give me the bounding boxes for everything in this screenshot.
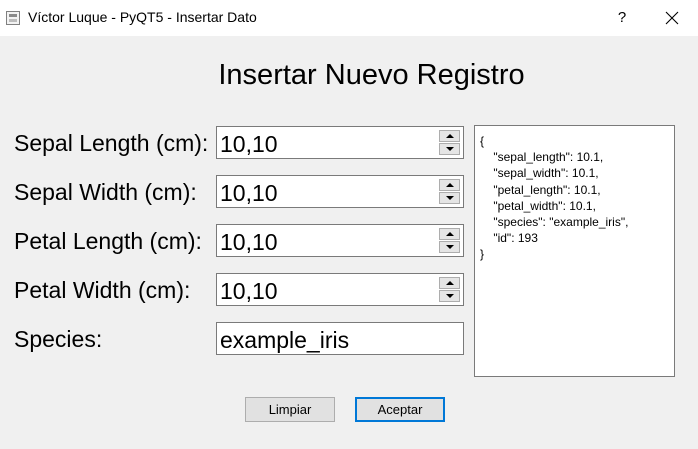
petal-width-decrement-button[interactable] (439, 290, 460, 302)
window-title: Víctor Luque - PyQT5 - Insertar Dato (28, 9, 257, 25)
sepal-length-decrement-button[interactable] (439, 143, 460, 155)
petal-length-increment-button[interactable] (439, 228, 460, 240)
sepal-width-value[interactable]: 10,10 (220, 180, 278, 207)
sepal-width-label: Sepal Width (cm): (14, 179, 197, 205)
help-button[interactable]: ? (602, 0, 642, 36)
sepal-length-spinbox[interactable]: 10,10 (216, 126, 464, 159)
chevron-down-icon (446, 196, 454, 200)
sepal-width-decrement-button[interactable] (439, 192, 460, 204)
chevron-up-icon (446, 281, 454, 285)
petal-width-value[interactable]: 10,10 (220, 278, 278, 305)
petal-length-spinbox[interactable]: 10,10 (216, 224, 464, 257)
json-preview[interactable]: { "sepal_length": 10.1, "sepal_width": 1… (474, 125, 675, 377)
title-bar: Víctor Luque - PyQT5 - Insertar Dato ? (0, 0, 698, 36)
petal-width-spinbox[interactable]: 10,10 (216, 273, 464, 306)
close-button[interactable] (646, 0, 698, 36)
chevron-down-icon (446, 245, 454, 249)
close-icon (665, 11, 679, 25)
json-preview-text: { "sepal_length": 10.1, "sepal_width": 1… (480, 134, 629, 262)
petal-length-decrement-button[interactable] (439, 241, 460, 253)
chevron-down-icon (446, 294, 454, 298)
chevron-down-icon (446, 147, 454, 151)
species-value[interactable]: example_iris (220, 327, 349, 354)
petal-width-label: Petal Width (cm): (14, 277, 191, 303)
sepal-length-label: Sepal Length (cm): (14, 130, 209, 156)
sepal-width-spinbox[interactable]: 10,10 (216, 175, 464, 208)
chevron-up-icon (446, 134, 454, 138)
sepal-length-value[interactable]: 10,10 (220, 131, 278, 158)
species-input[interactable]: example_iris (216, 322, 464, 355)
chevron-up-icon (446, 183, 454, 187)
sepal-width-increment-button[interactable] (439, 179, 460, 191)
sepal-length-increment-button[interactable] (439, 130, 460, 142)
accept-button[interactable]: Aceptar (355, 397, 445, 422)
page-title: Insertar Nuevo Registro (218, 59, 525, 91)
chevron-up-icon (446, 232, 454, 236)
species-label: Species: (14, 326, 103, 352)
petal-length-value[interactable]: 10,10 (220, 229, 278, 256)
clear-button[interactable]: Limpiar (245, 397, 335, 422)
petal-width-increment-button[interactable] (439, 277, 460, 289)
app-window-icon (6, 11, 20, 25)
petal-length-label: Petal Length (cm): (14, 228, 202, 254)
